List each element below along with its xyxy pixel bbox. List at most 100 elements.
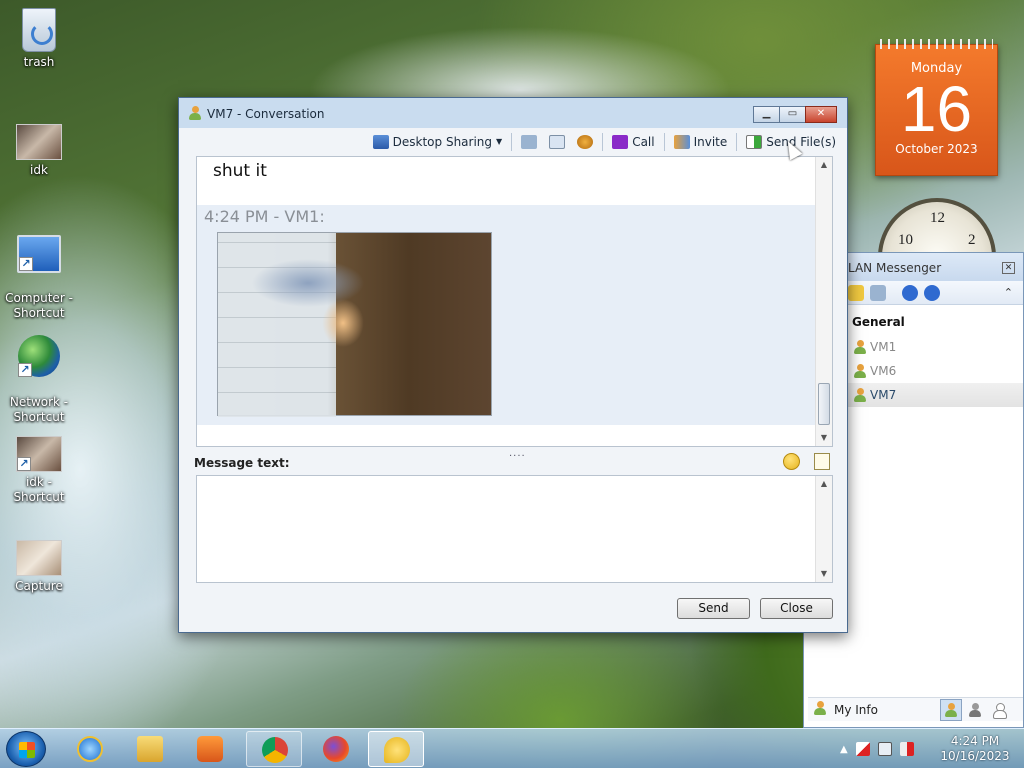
scroll-up-arrow-icon[interactable]: ▲	[816, 476, 832, 492]
lan-messenger-title: LAN Messenger	[848, 261, 942, 275]
shortcut-arrow-icon: ↗	[18, 363, 32, 377]
taskbar-app-internet-explorer[interactable]	[62, 731, 118, 767]
user-icon	[854, 340, 866, 354]
desktop-icon-capture[interactable]: Capture	[1, 540, 77, 594]
conversation-window[interactable]: VM7 - Conversation ▁ ▭ ✕ Desktop Sharing…	[178, 97, 848, 633]
desktop-icon-label: trash	[23, 55, 55, 69]
message-history[interactable]: shut it 4:24 PM - VM1: ▲ ▼	[196, 156, 833, 447]
close-icon[interactable]: ✕	[1002, 262, 1015, 274]
scroll-up-arrow-icon[interactable]: ▲	[816, 157, 832, 173]
info-icon[interactable]	[924, 284, 940, 301]
firefox-icon	[323, 736, 349, 762]
taskbar-clock[interactable]: 4:24 PM 10/16/2023	[935, 734, 1015, 764]
calendar-gadget[interactable]: Monday 16 October 2023	[875, 39, 998, 176]
action-center-icon[interactable]	[855, 742, 870, 756]
my-info-label: My Info	[834, 702, 878, 717]
chrome-icon	[262, 737, 288, 763]
minimize-button[interactable]: ▁	[753, 106, 780, 123]
taskbar-app-chrome[interactable]	[246, 731, 302, 767]
shortcut-arrow-icon: ↗	[17, 457, 31, 471]
offline-status-icon	[993, 702, 1007, 719]
window-controls: ▁ ▭ ✕	[753, 106, 837, 123]
conversation-toolbar: Desktop Sharing ▼ Call Invite Send File(…	[187, 128, 839, 155]
close-button[interactable]: Close	[760, 598, 833, 619]
desktop-icon-computer-shortcut[interactable]: ↗ Computer - Shortcut	[1, 220, 77, 321]
desktop-sharing-label: Desktop Sharing	[392, 134, 493, 149]
desktop-sharing-icon	[372, 134, 389, 149]
chevron-down-icon: ▼	[496, 137, 503, 146]
network-icon: ↗	[18, 335, 60, 377]
chat-bubble-icon	[384, 737, 410, 763]
desktop-icon-trash[interactable]: trash	[1, 8, 77, 70]
show-hidden-icons-icon[interactable]: ▲	[840, 744, 848, 755]
computer-icon: ↗	[17, 235, 61, 273]
message-input[interactable]	[197, 476, 815, 582]
maximize-button[interactable]: ▭	[779, 106, 806, 123]
scroll-down-arrow-icon[interactable]: ▼	[816, 430, 832, 446]
invite-button[interactable]: Invite	[671, 131, 731, 153]
call-label: Call	[632, 134, 655, 149]
send-button[interactable]: Send	[677, 598, 750, 619]
taskbar-app-firefox[interactable]	[308, 731, 364, 767]
image-thumbnail-icon	[16, 124, 62, 160]
compose-scrollbar[interactable]: ▲ ▼	[815, 476, 832, 582]
system-tray: ▲	[840, 729, 914, 768]
internet-explorer-icon	[77, 736, 103, 762]
status-busy-button[interactable]	[964, 699, 986, 721]
start-button[interactable]	[6, 731, 46, 767]
collapse-chevron-icon[interactable]: ⌃	[1004, 286, 1013, 299]
image-thumbnail-icon: ↗	[16, 436, 62, 472]
broadcast-icon	[577, 134, 594, 149]
conversation-titlebar[interactable]: VM7 - Conversation	[179, 98, 847, 128]
calendar-month-year: October 2023	[895, 142, 978, 156]
status-offline-button[interactable]	[988, 699, 1010, 721]
toolbar-separator	[511, 132, 513, 151]
history-icon[interactable]	[870, 284, 886, 301]
desktop-sharing-button[interactable]: Desktop Sharing ▼	[370, 131, 506, 153]
taskbar-app-media-player[interactable]	[182, 731, 238, 767]
invite-users-icon	[673, 134, 690, 149]
close-window-button[interactable]: ✕	[805, 106, 837, 123]
clock-numeral: 12	[930, 210, 945, 226]
clock-numeral: 10	[898, 232, 913, 248]
taskbar-app-file-explorer[interactable]	[122, 731, 178, 767]
volume-muted-icon[interactable]	[899, 742, 914, 756]
scroll-down-arrow-icon[interactable]: ▼	[816, 566, 832, 582]
desktop-icon-label: Network - Shortcut	[9, 395, 69, 424]
broadcast-button[interactable]	[574, 131, 596, 153]
folder-icon[interactable]	[848, 284, 864, 301]
history-button[interactable]	[518, 131, 540, 153]
taskbar-app-lan-messenger[interactable]	[368, 731, 424, 767]
message-header: 4:24 PM - VM1:	[204, 207, 325, 226]
toolbar-separator	[663, 132, 665, 151]
desktop-icon-network-shortcut[interactable]: ↗ Network - Shortcut	[1, 320, 77, 425]
smiley-icon[interactable]	[783, 453, 800, 470]
desktop-icon-idk-shortcut[interactable]: ↗ idk - Shortcut	[1, 436, 77, 505]
contact-name: VM1	[870, 340, 897, 354]
online-status-icon	[945, 702, 957, 717]
network-icon[interactable]	[877, 742, 892, 756]
recycle-bin-icon	[22, 8, 56, 52]
shared-image[interactable]	[217, 232, 492, 417]
taskbar-time: 4:24 PM	[950, 734, 1000, 748]
busy-status-icon	[969, 702, 981, 717]
transfers-button[interactable]	[546, 131, 568, 153]
desktop-icon-idk[interactable]: idk	[1, 124, 77, 178]
font-settings-icon[interactable]	[814, 453, 830, 470]
pane-splitter[interactable]: ....	[509, 448, 526, 459]
shortcut-arrow-icon: ↗	[19, 257, 33, 271]
media-player-icon	[197, 736, 223, 762]
previous-message-text: shut it	[213, 161, 267, 181]
desktop-icon-label: idk	[30, 163, 48, 177]
my-info-button[interactable]: My Info	[808, 700, 938, 717]
history-scrollbar[interactable]: ▲ ▼	[815, 157, 832, 446]
video-call-icon	[612, 134, 629, 149]
help-icon[interactable]	[902, 284, 918, 301]
clock-numeral: 2	[968, 232, 976, 248]
send-file-icon	[746, 134, 763, 149]
call-button[interactable]: Call	[609, 131, 657, 153]
scrollbar-thumb[interactable]	[818, 383, 830, 425]
calendar-day-number: 16	[900, 73, 973, 145]
status-online-button[interactable]	[940, 698, 962, 721]
image-thumbnail-icon	[16, 540, 62, 576]
